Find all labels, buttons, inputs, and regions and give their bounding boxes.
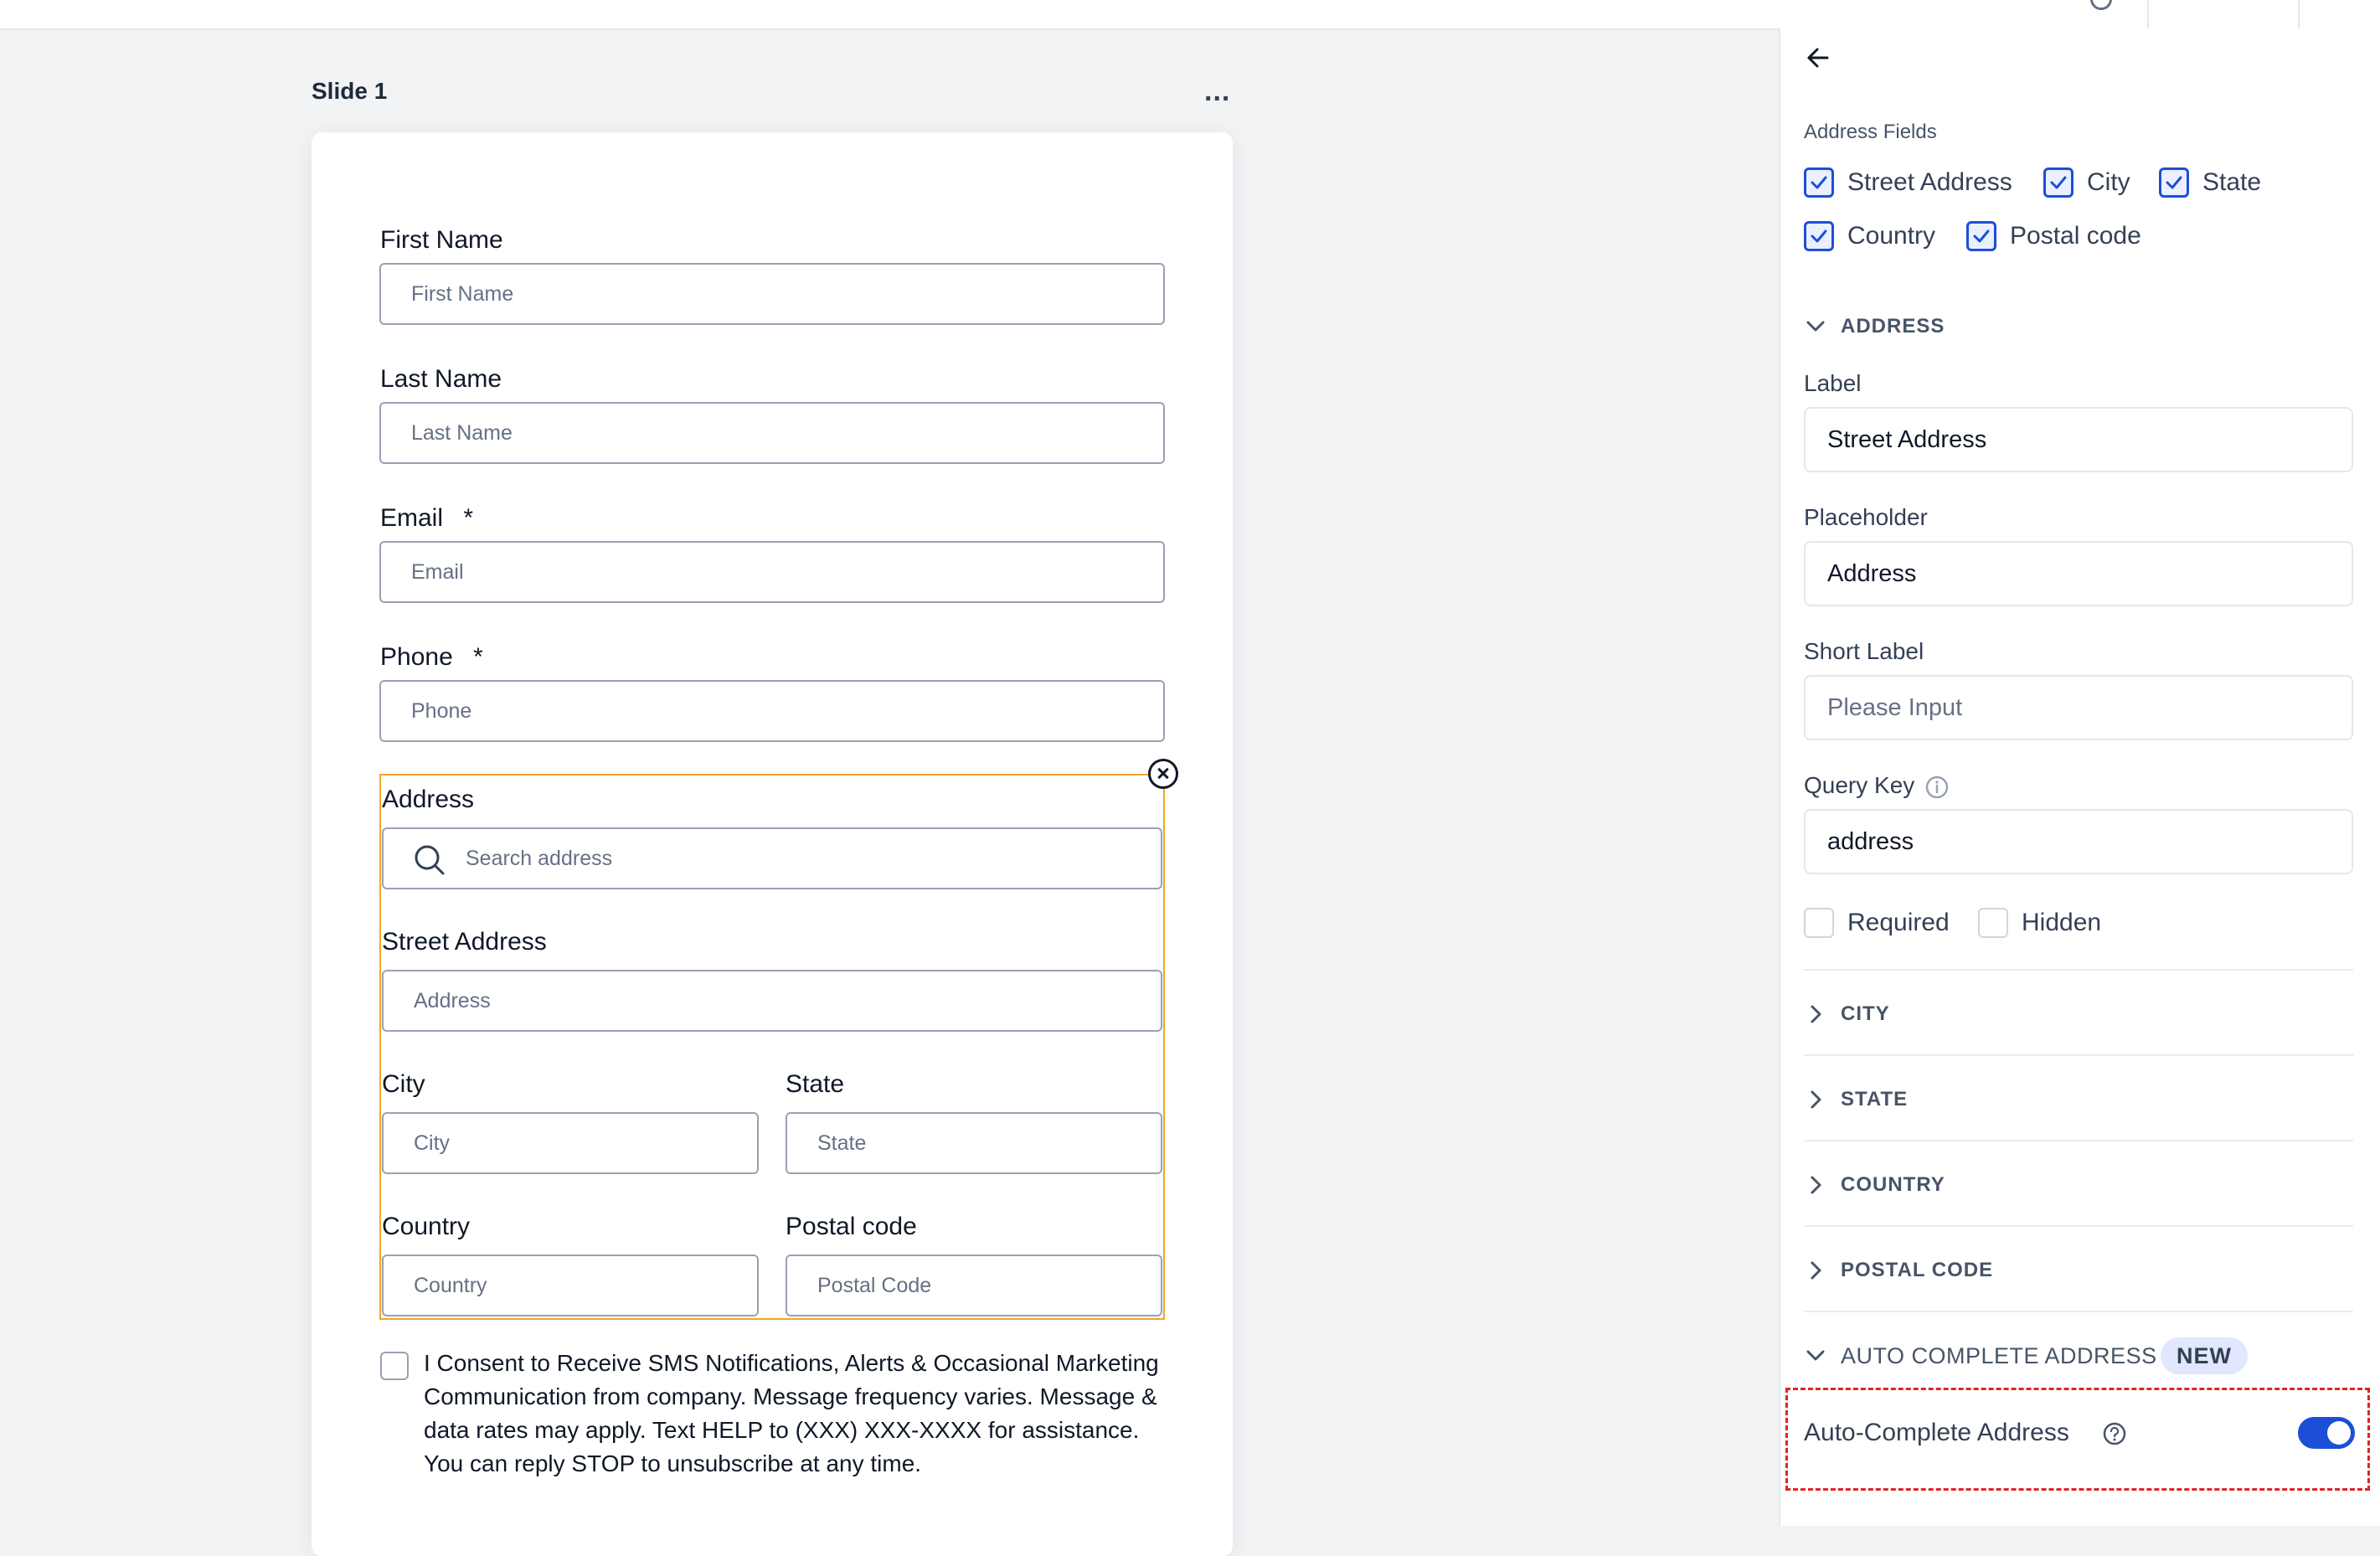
chevron-down-icon[interactable]	[1804, 315, 1827, 338]
help-circle-icon[interactable]	[2102, 1421, 2127, 1446]
required-mark: *	[473, 643, 483, 671]
phone-label-text: Phone	[380, 643, 453, 671]
state-label: State	[786, 1070, 845, 1098]
short-label-field-title: Short Label	[1804, 638, 1924, 664]
country-label: Country	[382, 1213, 471, 1240]
phone-input[interactable]	[379, 680, 1165, 742]
state-section-header[interactable]: STATE	[1841, 1088, 1908, 1111]
address-label: Address	[382, 786, 475, 813]
postal-code-section-header[interactable]: POSTAL CODE	[1841, 1259, 1993, 1282]
placeholder-field-title: Placeholder	[1804, 504, 1928, 530]
help-icon[interactable]	[2090, 0, 2112, 10]
state-input[interactable]	[786, 1112, 1162, 1174]
city-label: City	[382, 1070, 425, 1098]
city-input[interactable]	[382, 1112, 759, 1174]
address-section-header[interactable]: ADDRESS	[1841, 315, 1945, 338]
topbar-divider	[2298, 0, 2300, 28]
auto-complete-toggle[interactable]	[2298, 1417, 2355, 1449]
chevron-right-icon[interactable]	[1804, 1173, 1827, 1197]
phone-label: Phone *	[380, 643, 483, 672]
email-label: Email *	[380, 504, 473, 533]
hidden-checkbox-label: Hidden	[2022, 909, 2102, 936]
auto-complete-address-label: Auto-Complete Address	[1804, 1419, 2069, 1446]
state-checkbox[interactable]	[2159, 167, 2189, 198]
short-label-input[interactable]	[1804, 675, 2353, 740]
address-fields-title: Address Fields	[1804, 121, 1937, 143]
section-divider	[1804, 1140, 2353, 1141]
hidden-checkbox[interactable]	[1978, 908, 2008, 938]
chevron-right-icon[interactable]	[1804, 1259, 1827, 1282]
last-name-label: Last Name	[380, 365, 502, 393]
first-name-input[interactable]	[379, 263, 1165, 325]
placeholder-input[interactable]	[1804, 541, 2353, 606]
email-label-text: Email	[380, 504, 444, 532]
query-key-field-title: Query Key	[1804, 772, 1915, 798]
postal-code-checkbox-label: Postal code	[2010, 222, 2141, 250]
street-address-label: Street Address	[382, 928, 547, 956]
section-divider	[1804, 969, 2353, 971]
email-input[interactable]	[379, 541, 1165, 603]
check-icon	[2050, 176, 2067, 189]
street-address-checkbox-label: Street Address	[1847, 168, 2012, 196]
query-key-input[interactable]	[1804, 809, 2353, 874]
city-checkbox[interactable]	[2043, 167, 2073, 198]
section-divider	[1804, 1054, 2353, 1056]
chevron-right-icon[interactable]	[1804, 1088, 1827, 1111]
address-search-input[interactable]	[382, 827, 1162, 889]
country-input[interactable]	[382, 1255, 759, 1316]
check-icon	[1973, 229, 1990, 243]
city-checkbox-label: City	[2087, 168, 2130, 196]
required-checkbox-label: Required	[1847, 909, 1950, 936]
close-icon[interactable]	[1148, 759, 1178, 789]
label-input[interactable]	[1804, 407, 2353, 472]
top-bar	[0, 0, 2380, 30]
section-divider	[1804, 1225, 2353, 1227]
check-icon	[1811, 176, 1827, 189]
slide-more-menu[interactable]: ...	[1204, 77, 1230, 106]
new-badge: NEW	[2161, 1337, 2248, 1374]
state-checkbox-label: State	[2202, 168, 2262, 196]
chevron-down-icon[interactable]	[1804, 1344, 1827, 1368]
check-icon	[1811, 229, 1827, 243]
postal-code-label: Postal code	[786, 1213, 917, 1240]
consent-text: I Consent to Receive SMS Notifications, …	[424, 1350, 1159, 1476]
consent-checkbox[interactable]	[380, 1352, 409, 1380]
city-section-header[interactable]: CITY	[1841, 1002, 1890, 1026]
auto-complete-section-header[interactable]: AUTO COMPLETE ADDRESS	[1841, 1343, 2157, 1369]
street-address-input[interactable]	[382, 970, 1162, 1032]
country-checkbox[interactable]	[1804, 221, 1834, 251]
postal-code-input[interactable]	[786, 1255, 1162, 1316]
search-icon	[415, 845, 445, 875]
street-address-checkbox[interactable]	[1804, 167, 1834, 198]
required-checkbox[interactable]	[1804, 908, 1834, 938]
back-arrow-icon[interactable]	[1804, 44, 1832, 72]
postal-code-checkbox[interactable]	[1966, 221, 1996, 251]
chevron-right-icon[interactable]	[1804, 1002, 1827, 1026]
topbar-divider	[2147, 0, 2149, 28]
label-field-title: Label	[1804, 370, 1862, 396]
last-name-input[interactable]	[379, 402, 1165, 464]
check-icon	[2166, 176, 2182, 189]
required-mark: *	[463, 504, 474, 532]
slide-title: Slide 1	[312, 78, 388, 104]
country-section-header[interactable]: COUNTRY	[1841, 1173, 1945, 1197]
first-name-label: First Name	[380, 226, 503, 254]
info-icon[interactable]	[1924, 775, 1950, 800]
country-checkbox-label: Country	[1847, 222, 1936, 250]
section-divider	[1804, 1311, 2353, 1312]
